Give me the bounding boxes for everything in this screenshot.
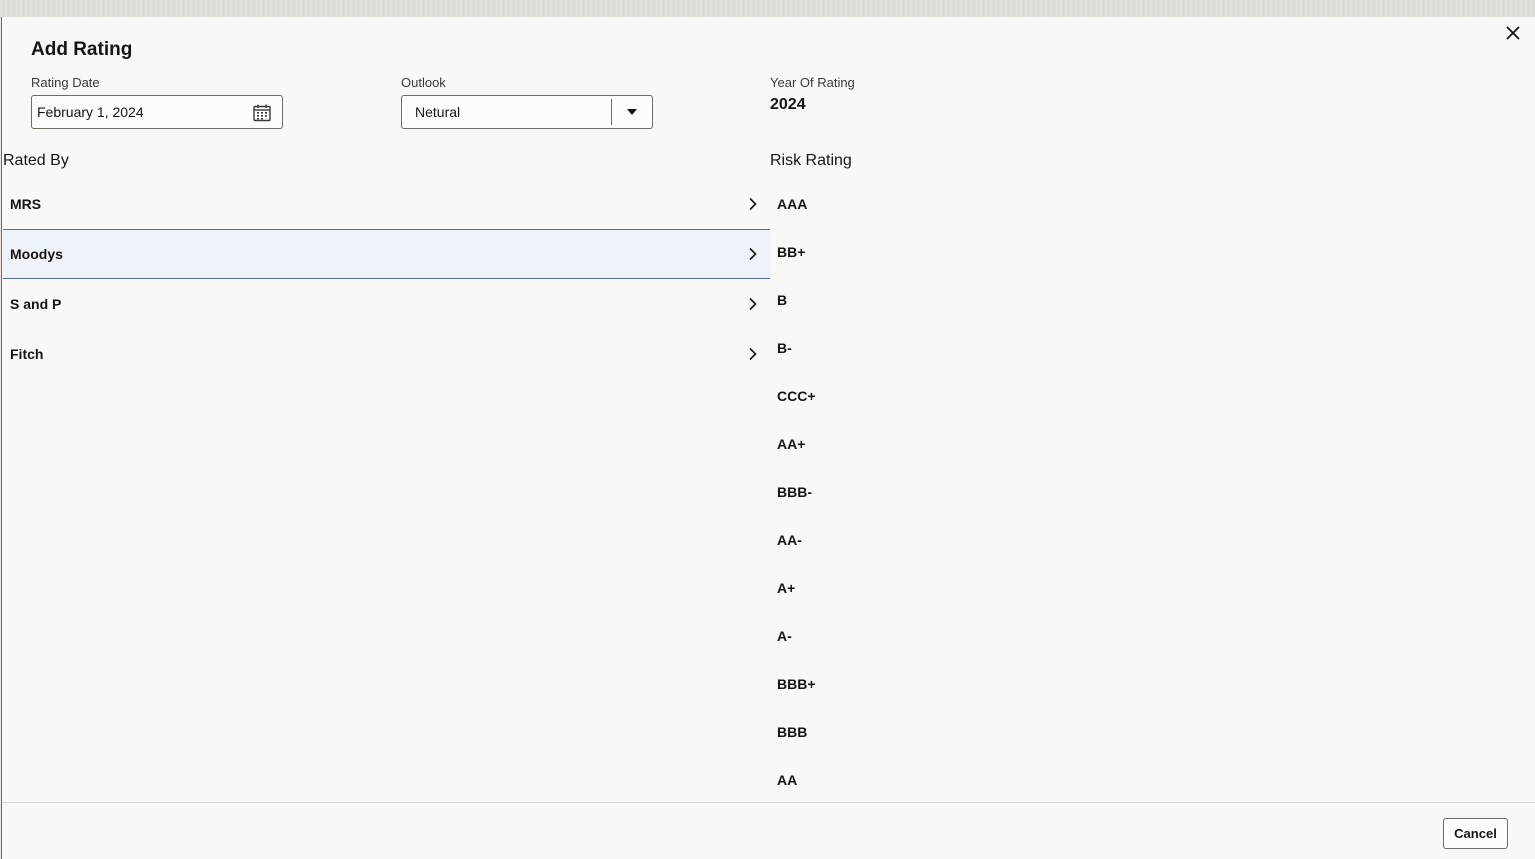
outlook-selected-value: Netural: [415, 104, 461, 120]
rating-date-input[interactable]: [37, 104, 237, 120]
outlook-label: Outlook: [401, 75, 446, 90]
risk-rating-item[interactable]: BBB-: [770, 468, 1070, 516]
rated-by-heading: Rated By: [3, 152, 69, 169]
risk-rating-item[interactable]: CCC+: [770, 372, 1070, 420]
risk-rating-item[interactable]: B: [770, 276, 1070, 324]
cancel-button[interactable]: Cancel: [1443, 818, 1508, 849]
chevron-right-icon: [749, 297, 757, 310]
rating-date-label: Rating Date: [31, 75, 100, 90]
rated-by-item[interactable]: S and P: [3, 279, 770, 329]
chevron-right-icon: [749, 247, 757, 261]
add-rating-dialog: Add Rating Rating Date Outloo: [1, 17, 1535, 859]
risk-rating-item[interactable]: BBB: [770, 708, 1070, 756]
rated-by-item[interactable]: MRS: [3, 179, 770, 229]
rated-by-list: MRS Moodys S and P Fitch: [3, 179, 770, 379]
risk-rating-item[interactable]: AAA: [770, 180, 1070, 228]
risk-rating-item[interactable]: BBB+: [770, 660, 1070, 708]
rated-by-item-label: S and P: [10, 295, 62, 312]
rated-by-item[interactable]: Moodys: [3, 229, 770, 279]
rating-date-field[interactable]: [31, 95, 283, 129]
rated-by-item-label: Fitch: [10, 345, 44, 362]
risk-rating-heading: Risk Rating: [770, 152, 852, 169]
chevron-right-icon: [749, 347, 757, 360]
risk-rating-item[interactable]: BB+: [770, 228, 1070, 276]
chevron-right-icon: [749, 197, 757, 210]
risk-rating-item[interactable]: AA: [770, 756, 1070, 804]
dialog-title: Add Rating: [31, 39, 133, 60]
year-of-rating-value: 2024: [770, 96, 806, 113]
rated-by-item-label: MRS: [10, 195, 42, 212]
background-strip: [0, 0, 1535, 17]
dialog-footer: Cancel: [2, 802, 1535, 859]
outlook-select[interactable]: Netural: [401, 95, 653, 129]
close-button[interactable]: [1502, 22, 1524, 44]
risk-rating-item[interactable]: B-: [770, 324, 1070, 372]
close-icon: [1506, 26, 1520, 40]
rated-by-item[interactable]: Fitch: [3, 329, 770, 379]
risk-rating-item[interactable]: AA+: [770, 420, 1070, 468]
outlook-dropdown-button[interactable]: [612, 96, 652, 128]
calendar-icon[interactable]: [252, 103, 272, 123]
year-of-rating-label: Year Of Rating: [770, 75, 855, 90]
risk-rating-list: AAA BB+ B B- CCC+ AA+ BBB- AA- A+ A- BBB+ BBB AA: [770, 180, 1070, 804]
risk-rating-item[interactable]: A+: [770, 564, 1070, 612]
rated-by-item-label: Moodys: [10, 246, 63, 262]
risk-rating-item[interactable]: A-: [770, 612, 1070, 660]
caret-down-icon: [627, 109, 637, 115]
risk-rating-item[interactable]: AA-: [770, 516, 1070, 564]
